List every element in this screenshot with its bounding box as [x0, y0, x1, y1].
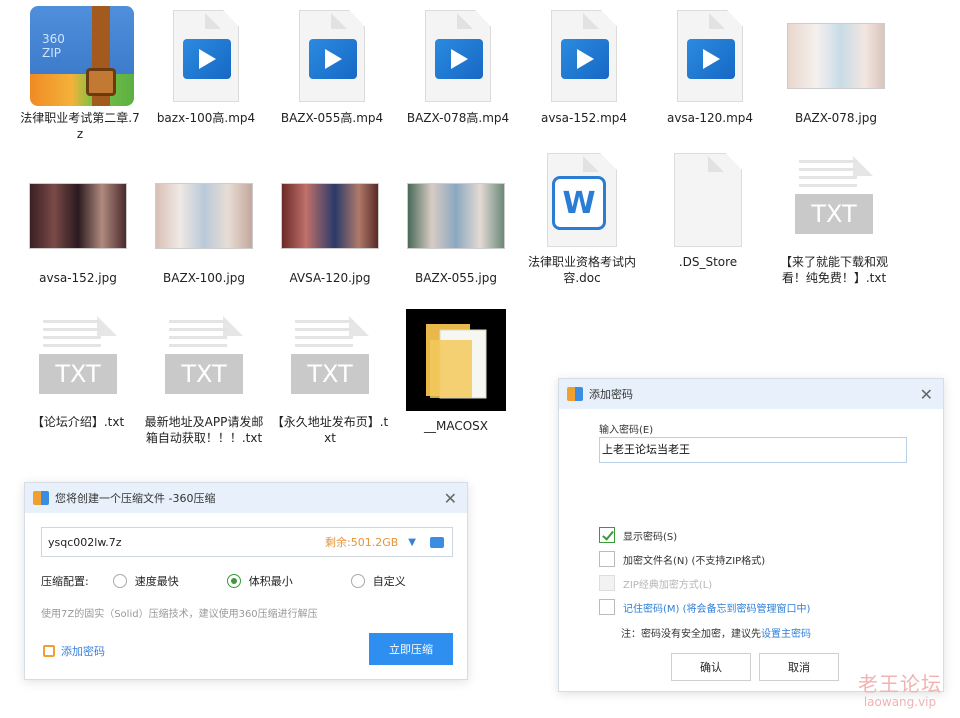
close-icon[interactable]: ✕ [920, 385, 933, 404]
file-name: 法律职业考试第二章.7z [20, 111, 140, 141]
file-name: avsa-120.mp4 [666, 111, 754, 125]
file-name: BAZX-055高.mp4 [280, 111, 384, 125]
file-name: 【来了就能下载和观看！纯免费！】.txt [779, 255, 888, 285]
image-thumbnail [28, 168, 128, 264]
watermark-url: laowang.vip [863, 695, 937, 709]
option-fastest[interactable]: 速度最快 [112, 573, 179, 589]
set-master-password-link[interactable]: 设置主密码 [761, 629, 811, 640]
image-thumbnail [406, 168, 506, 264]
file-item-blank[interactable]: .DS_Store [646, 152, 770, 270]
file-item-video[interactable]: avsa-120.mp4 [648, 8, 772, 126]
zip-archive-icon: 360 ZIP [30, 6, 134, 106]
dialog-title: 您将创建一个压缩文件 -360压缩 [55, 492, 216, 505]
cancel-button[interactable]: 取消 [759, 653, 839, 681]
file-item-txt[interactable]: TXT 【来了就能下载和观看！纯免费！】.txt [772, 152, 896, 286]
video-file-icon [156, 8, 256, 104]
image-thumbnail [280, 168, 380, 264]
show-password-checkbox[interactable]: 显示密码(S) [599, 527, 677, 543]
folder-icon [406, 308, 506, 412]
file-name: 【论坛介绍】.txt [31, 415, 125, 429]
output-filename[interactable]: ysqc002lw.7z [42, 536, 325, 549]
blank-file-icon [658, 152, 758, 248]
file-item-txt[interactable]: TXT 最新地址及APP请发邮箱自动获取！！！.txt [142, 312, 266, 446]
checkbox-disabled-icon [599, 575, 615, 591]
video-file-icon [282, 8, 382, 104]
checkbox-icon [599, 551, 615, 567]
password-label: 输入密码(E) [599, 425, 654, 436]
radio-icon [350, 574, 365, 588]
watermark-title: 老王论坛 [858, 672, 942, 696]
file-name: __MACOSX [423, 419, 488, 433]
compress-config-row: 压缩配置: 速度最快 体积最小 自定义 [41, 573, 406, 589]
txt-file-icon: TXT [28, 312, 128, 408]
dialog-titlebar: 添加密码 ✕ [559, 379, 943, 409]
chevron-down-icon[interactable]: ▼ [408, 537, 416, 548]
security-note: 注：密码没有安全加密，建议先设置主密码 [621, 629, 811, 640]
file-item-image[interactable]: BAZX-055.jpg [394, 168, 518, 286]
password-dialog: 添加密码 ✕ 输入密码(E) 上老王论坛当老王 显示密码(S) 加密文件名(N)… [558, 378, 944, 692]
password-input[interactable]: 上老王论坛当老王 [599, 437, 907, 463]
video-file-icon [534, 8, 634, 104]
file-item-txt[interactable]: TXT 【永久地址发布页】.txt [268, 312, 392, 446]
file-name: bazx-100高.mp4 [156, 111, 256, 125]
option-smallest[interactable]: 体积最小 [226, 573, 293, 589]
video-file-icon [660, 8, 760, 104]
video-file-icon [408, 8, 508, 104]
remember-password-checkbox[interactable]: 记住密码(M) (将会备忘到密码管理窗口中) [599, 599, 810, 615]
file-name: BAZX-055.jpg [415, 271, 497, 285]
file-item-video[interactable]: BAZX-078高.mp4 [396, 8, 520, 126]
file-name: avsa-152.mp4 [540, 111, 628, 125]
file-name: .DS_Store [678, 255, 738, 269]
radio-selected-icon [226, 574, 241, 588]
image-thumbnail [154, 168, 254, 264]
compress-hint: 使用7Z的固实（Solid）压缩技术，建议使用360压缩进行解压 [41, 609, 318, 620]
config-label: 压缩配置: [41, 575, 89, 588]
lock-icon [43, 645, 55, 657]
txt-file-icon: TXT [280, 312, 380, 408]
watermark: 老王论坛 laowang.vip [858, 668, 942, 709]
encrypt-filenames-checkbox[interactable]: 加密文件名(N) (不支持ZIP格式) [599, 551, 765, 567]
file-item-video[interactable]: bazx-100高.mp4 [144, 8, 268, 126]
file-item-image[interactable]: BAZX-100.jpg [142, 168, 266, 286]
file-name: BAZX-078高.mp4 [406, 111, 510, 125]
close-icon[interactable]: ✕ [444, 489, 457, 508]
image-thumbnail [786, 8, 886, 104]
radio-icon [112, 574, 127, 588]
dialog-title: 添加密码 [589, 388, 633, 401]
file-item-image[interactable]: BAZX-078.jpg [774, 8, 898, 126]
browse-folder-icon[interactable] [430, 536, 444, 548]
file-item-video[interactable]: avsa-152.mp4 [522, 8, 646, 126]
file-item-folder[interactable]: __MACOSX [394, 308, 518, 434]
txt-file-icon: TXT [154, 312, 254, 408]
file-name: AVSA-120.jpg [289, 271, 371, 285]
dialog-titlebar: 您将创建一个压缩文件 -360压缩 ✕ [25, 483, 467, 513]
checkbox-checked-icon [599, 527, 615, 543]
file-item-doc[interactable]: W 法律职业资格考试内容.doc [520, 152, 644, 286]
option-custom[interactable]: 自定义 [350, 573, 406, 589]
file-item-zip[interactable]: 360 ZIP 法律职业考试第二章.7z [18, 6, 142, 142]
file-item-image[interactable]: avsa-152.jpg [16, 168, 140, 286]
output-file-field[interactable]: ysqc002lw.7z 剩余:501.2GB ▼ [41, 527, 453, 557]
file-name: 最新地址及APP请发邮箱自动获取！！！.txt [144, 415, 264, 445]
file-name: 法律职业资格考试内容.doc [527, 255, 636, 285]
compress-app-icon [33, 491, 49, 505]
ok-button[interactable]: 确认 [671, 653, 751, 681]
zip-classic-checkbox: ZIP经典加密方式(L) [599, 575, 712, 591]
checkbox-icon [599, 599, 615, 615]
free-space-label: 剩余:501.2GB [325, 536, 399, 549]
txt-file-icon: TXT [784, 152, 884, 248]
compress-app-icon [567, 387, 583, 401]
file-item-image[interactable]: AVSA-120.jpg [268, 168, 392, 286]
file-name: BAZX-100.jpg [163, 271, 245, 285]
compress-dialog: 您将创建一个压缩文件 -360压缩 ✕ ysqc002lw.7z 剩余:501.… [24, 482, 468, 680]
start-compress-button[interactable]: 立即压缩 [369, 633, 453, 665]
word-doc-icon: W [532, 152, 632, 248]
file-name: BAZX-078.jpg [795, 111, 877, 125]
add-password-link[interactable]: 添加密码 [43, 643, 105, 659]
file-item-txt[interactable]: TXT 【论坛介绍】.txt [16, 312, 140, 430]
file-item-video[interactable]: BAZX-055高.mp4 [270, 8, 394, 126]
file-name: avsa-152.jpg [39, 271, 117, 285]
file-name: 【永久地址发布页】.txt [271, 415, 389, 445]
zip-badge-text: 360 ZIP [42, 32, 65, 60]
